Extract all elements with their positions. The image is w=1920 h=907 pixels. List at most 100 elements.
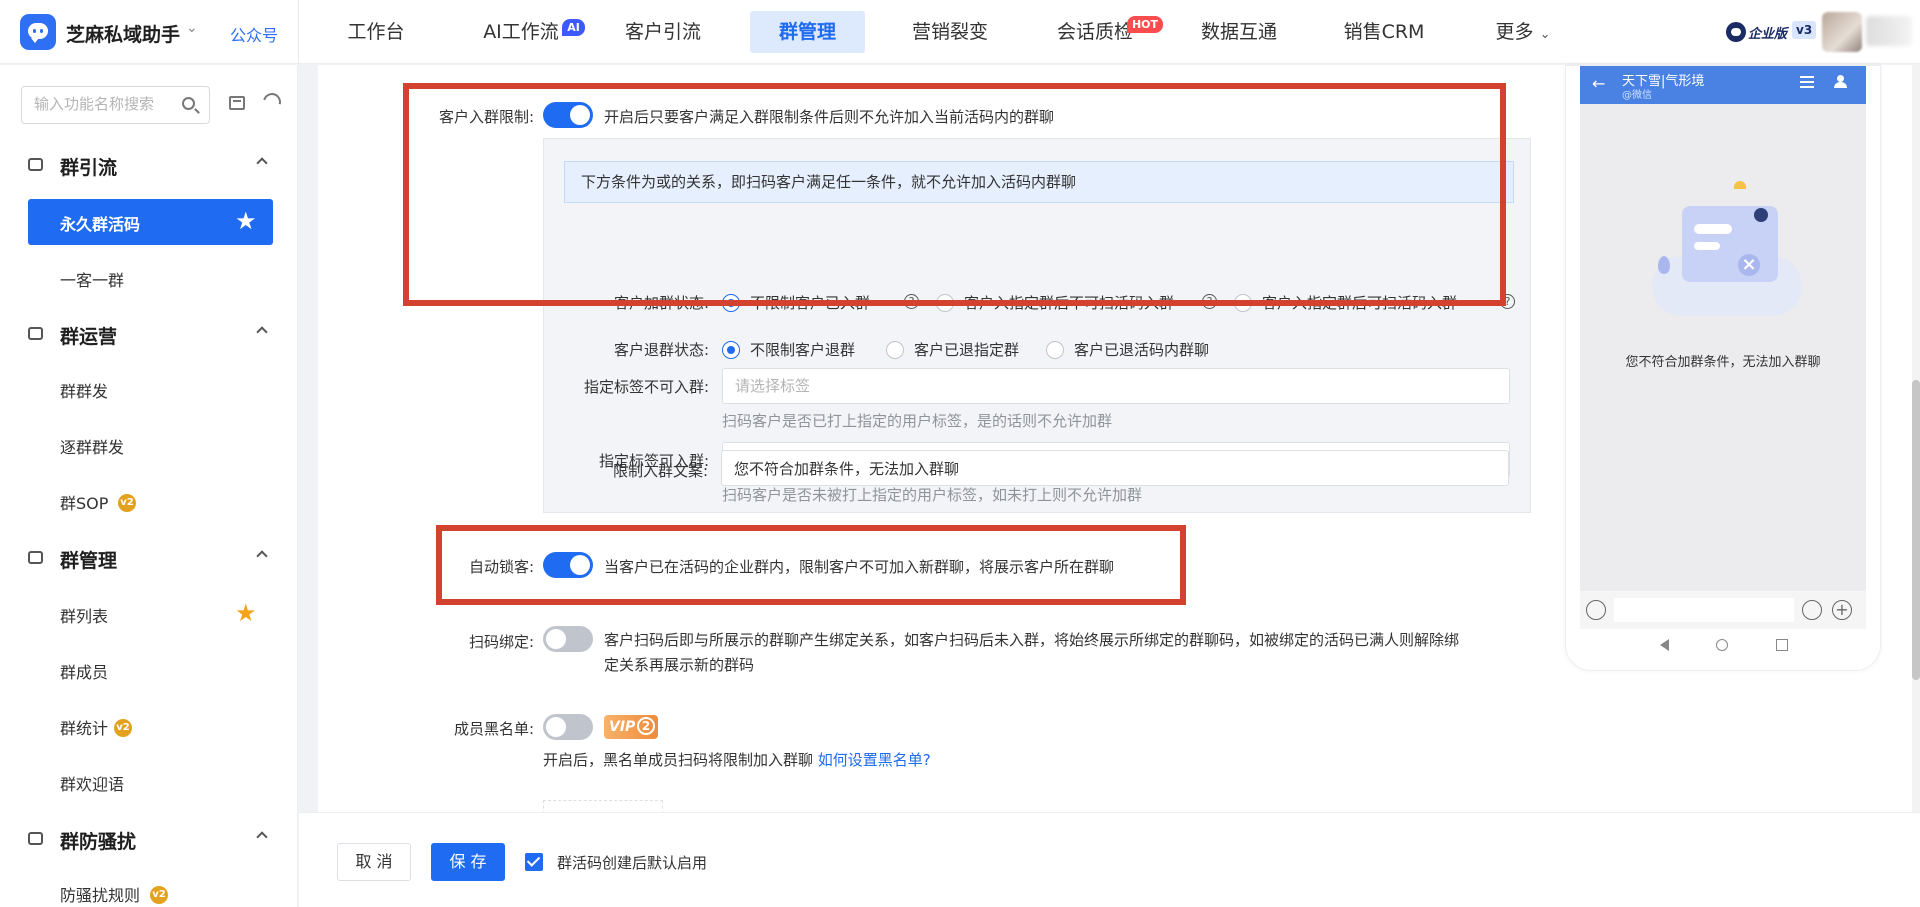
blacklist-toggle[interactable] — [543, 714, 593, 740]
phone-header: ← 天下雪|气形境 @微信 — [1580, 66, 1866, 104]
ai-badge: AI — [562, 19, 585, 36]
back-arrow-icon: ← — [1592, 74, 1606, 93]
phone-preview: ← 天下雪|气形境 @微信 × 您不符合加群条件，无法加入群聊 + — [1565, 65, 1881, 671]
quit-status-radio-quit-specified[interactable] — [886, 341, 904, 359]
nav-sales-crm[interactable]: 销售CRM — [1336, 11, 1432, 53]
app-logo-icon[interactable] — [20, 14, 56, 50]
chevron-up-icon — [256, 550, 268, 562]
nav-group-management[interactable]: 群管理 — [750, 11, 865, 53]
search-icon[interactable] — [182, 97, 195, 110]
highlight-box — [436, 525, 1186, 605]
nav-workbench[interactable]: 工作台 — [336, 11, 416, 53]
group-chat-icon — [28, 551, 43, 564]
version-badge: v3 — [1792, 21, 1817, 39]
chat-icon — [28, 327, 43, 340]
edition-label: 企业版 — [1748, 27, 1788, 42]
nav-customer-acquisition[interactable]: 客户引流 — [618, 11, 708, 53]
sidebar-group-traffic[interactable]: 群引流 — [0, 145, 297, 185]
blacklist-description: 开启后，黑名单成员扫码将限制加入群聊 如何设置黑名单? — [543, 751, 931, 769]
sidebar-group-anti-harassment[interactable]: 群防骚扰 — [0, 819, 297, 859]
tag-allow-hint: 扫码客户是否未被打上指定的用户标签，如未打上则不允许加群 — [722, 486, 1143, 504]
sidebar-item-one-customer-one-group[interactable]: 一客一群 — [28, 255, 273, 301]
preview-message: 您不符合加群条件，无法加入群聊 — [1625, 355, 1821, 370]
blacklist-label: 成员黑名单: — [453, 720, 534, 738]
feature-search-input[interactable] — [34, 95, 174, 113]
tag-block-hint: 扫码客户是否已打上指定的用户标签，是的话则不允许加群 — [722, 412, 1113, 430]
official-account-link[interactable]: 公众号 — [230, 22, 278, 46]
dark-mode-icon[interactable] — [259, 89, 285, 115]
star-icon[interactable]: ★ — [235, 208, 257, 234]
sidebar-item-group-welcome[interactable]: 群欢迎语 — [28, 759, 273, 805]
nav-ai-workflow[interactable]: AI工作流 AI — [476, 11, 585, 53]
rejected-illustration: × — [1642, 176, 1812, 326]
limit-copy-field[interactable] — [721, 450, 1509, 486]
phone-input-bar: + — [1580, 591, 1866, 629]
scan-bind-description-line2: 定关系再展示新的群码 — [604, 656, 755, 674]
quit-status-option-quit-code-group[interactable]: 客户已退活码内群聊 — [1074, 339, 1209, 360]
feature-search — [21, 86, 210, 124]
v2-badge: v2 — [150, 886, 168, 904]
voice-icon — [1586, 600, 1606, 620]
quit-status-radio-quit-code-group[interactable] — [1046, 341, 1064, 359]
phone-message-box — [1614, 598, 1794, 622]
scan-bind-label: 扫码绑定: — [468, 633, 534, 651]
star-icon[interactable]: ★ — [235, 600, 257, 626]
sidebar-item-per-group-broadcast[interactable]: 逐群群发 — [28, 422, 273, 468]
limit-copy-label: 限制入群文案: — [612, 462, 708, 480]
top-bar: 芝麻私域助手 ⌄ 公众号 工作台 AI工作流 AI 客户引流 群管理 营销裂变 会… — [0, 0, 1920, 64]
avatar[interactable] — [1822, 12, 1862, 52]
menu-icon — [1800, 76, 1814, 88]
sidebar-group-management[interactable]: 群管理 — [0, 538, 297, 578]
sidebar-item-group-broadcast[interactable]: 群群发 — [28, 366, 273, 412]
limit-copy-input[interactable] — [734, 459, 1434, 477]
nav-more[interactable]: 更多 ⌄ — [1490, 11, 1556, 53]
nav-session-qc[interactable]: 会话质检 HOT — [1050, 11, 1163, 53]
footer-actions: 取 消 保 存 群活码创建后默认启用 — [299, 812, 1920, 907]
default-enable-checkbox[interactable] — [525, 853, 543, 871]
nav-recent-icon — [1776, 639, 1788, 651]
upload-area[interactable] — [543, 800, 663, 812]
preview-subtitle: @微信 — [1622, 90, 1652, 101]
sidebar-item-group-sop[interactable]: 群SOP v2 — [28, 478, 273, 524]
tag-block-label: 指定标签不可入群: — [583, 378, 709, 396]
sidebar-item-permanent-group-code[interactable]: 永久群活码 ★ — [28, 199, 273, 245]
app-name[interactable]: 芝麻私域助手 — [66, 20, 180, 47]
chevron-up-icon — [256, 831, 268, 843]
tag-block-select[interactable] — [722, 368, 1510, 404]
save-button[interactable]: 保 存 — [431, 843, 505, 881]
divider — [298, 0, 299, 64]
quit-status-option-unlimited[interactable]: 不限制客户退群 — [750, 339, 855, 360]
shield-icon — [28, 832, 43, 845]
quit-status-option-quit-specified[interactable]: 客户已退指定群 — [914, 339, 1019, 360]
v2-badge: v2 — [114, 719, 132, 737]
nav-marketing-fission[interactable]: 营销裂变 — [905, 11, 995, 53]
sidebar-item-group-members[interactable]: 群成员 — [28, 647, 273, 693]
tag-block-input[interactable] — [735, 377, 1435, 395]
nav-data-sync[interactable]: 数据互通 — [1194, 11, 1284, 53]
enterprise-edition-icon — [1726, 22, 1746, 42]
cancel-button[interactable]: 取 消 — [337, 843, 411, 881]
scrollbar-thumb[interactable] — [1912, 380, 1920, 680]
chevron-down-icon: ⌄ — [1539, 27, 1551, 42]
app-switch-chevron-icon[interactable]: ⌄ — [186, 20, 198, 36]
favorites-icon[interactable] — [229, 96, 245, 110]
sidebar-item-group-list[interactable]: 群列表 ★ — [28, 591, 273, 637]
sidebar-item-group-stats[interactable]: 群统计 v2 — [28, 703, 273, 749]
plus-icon: + — [1832, 600, 1852, 620]
quit-status-radio-unlimited[interactable] — [722, 341, 740, 359]
phone-screen: ← 天下雪|气形境 @微信 × 您不符合加群条件，无法加入群聊 + — [1580, 66, 1866, 651]
account-name-blurred[interactable] — [1866, 16, 1912, 46]
default-enable-label[interactable]: 群活码创建后默认启用 — [557, 852, 707, 873]
sidebar-item-anti-harassment-rules[interactable]: 防骚扰规则 v2 — [28, 870, 273, 907]
sidebar-group-operations[interactable]: 群运营 — [0, 314, 297, 354]
user-add-icon — [28, 158, 43, 171]
hot-badge: HOT — [1126, 16, 1163, 33]
user-icon — [1834, 75, 1847, 89]
scan-bind-description-line1: 客户扫码后即与所展示的群聊产生绑定关系，如客户扫码后未入群，将始终展示所绑定的群… — [604, 631, 1460, 649]
scan-bind-toggle[interactable] — [543, 626, 593, 652]
v2-badge: v2 — [118, 494, 136, 512]
emoji-icon — [1802, 600, 1822, 620]
vip-badge: VIP 2 — [604, 715, 658, 739]
blacklist-help-link[interactable]: 如何设置黑名单? — [818, 751, 931, 769]
chevron-up-icon — [256, 157, 268, 169]
